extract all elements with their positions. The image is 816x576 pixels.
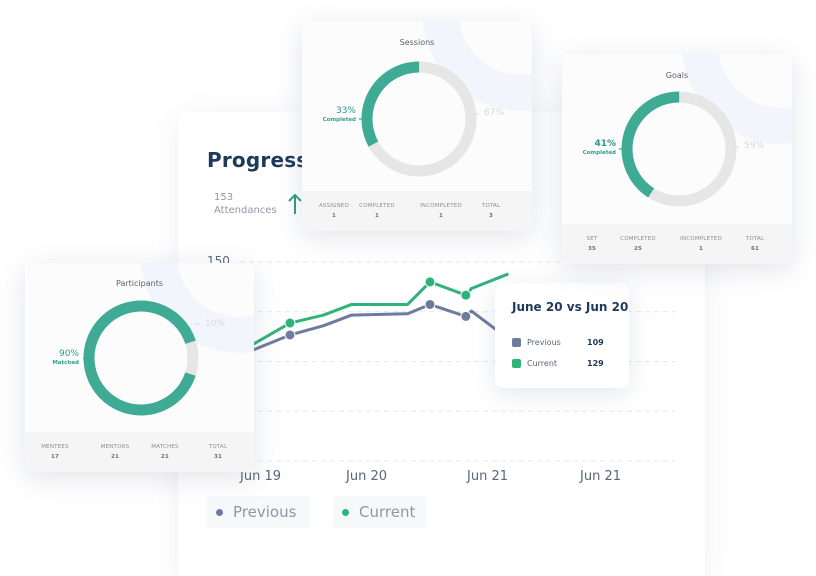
footer-value: 35 <box>587 246 597 252</box>
legend-label: Current <box>359 503 416 521</box>
footer-label: INCOMPLETED <box>680 236 722 242</box>
footer-label: ASSIGNED <box>318 203 350 209</box>
percent-value: 90% <box>58 349 79 359</box>
footer-label: COMPLETED <box>359 203 395 209</box>
attendance-summary: 153 Attendances <box>214 191 277 217</box>
footer-value: 1 <box>374 213 380 219</box>
legend-label: Previous <box>233 503 297 521</box>
goals-completed-percent: 41% Completed <box>583 139 616 156</box>
participants-matched-percent: 90% Matched <box>52 349 79 366</box>
legend-dot-icon <box>216 508 223 516</box>
footer-value: 1 <box>698 246 704 252</box>
footer-value: 21 <box>160 454 170 460</box>
footer-label: MENTORS <box>100 444 130 450</box>
legend-dot-icon <box>342 508 349 516</box>
footer-label: TOTAL <box>745 236 765 242</box>
chart-tooltip: June 20 vs Jun 20 Previous 109 Current 1… <box>495 283 629 388</box>
goals-rest-percent: 59% <box>744 141 765 151</box>
footer-label: SET <box>586 236 598 242</box>
footer-value: 25 <box>633 246 643 252</box>
footer-label: TOTAL <box>208 444 228 450</box>
footer-value: 61 <box>750 246 760 252</box>
percent-label: Completed <box>322 117 356 123</box>
tooltip-value: 109 <box>587 338 604 347</box>
sessions-footer: ASSIGNED 1 COMPLETED 1 INCOMPLETED 1 TOTAL 3 <box>302 191 532 231</box>
percent-value: 41% <box>594 139 616 149</box>
sessions-rest-percent: 67% <box>484 108 505 118</box>
footer-label: MENTEES <box>41 444 69 450</box>
x-tick-label: Jun 21 <box>580 469 621 484</box>
swatch-icon <box>512 359 521 368</box>
x-tick-label: Jun 20 <box>346 469 387 484</box>
percent-label: Completed <box>582 150 616 156</box>
swatch-icon <box>512 338 521 347</box>
x-tick-label: Jun 21 <box>467 469 508 484</box>
sessions-completed-percent: 33% Completed <box>323 106 356 123</box>
tooltip-label: Previous <box>527 338 561 347</box>
footer-label: COMPLETED <box>620 236 656 242</box>
tooltip-label: Current <box>527 359 558 368</box>
footer-value: 31 <box>213 454 223 460</box>
participants-rest-percent: 10% <box>205 319 226 329</box>
tooltip-row-previous: Previous 109 <box>512 338 612 347</box>
tooltip-row-current: Current 129 <box>512 359 612 368</box>
participants-card: Participants 90% Matched 10% MENTEES 17 M… <box>25 263 254 472</box>
goals-card: Goals 41% Completed 59% SET 35 COMPLETED 2… <box>562 54 792 264</box>
attendance-label: Attendances <box>214 205 277 216</box>
percent-value: 33% <box>335 106 356 116</box>
legend-current[interactable]: Current <box>333 496 426 528</box>
attendance-count: 153 <box>214 192 234 203</box>
footer-label: MATCHES <box>151 444 179 450</box>
participants-footer: MENTEES 17 MENTORS 21 MATCHES 21 TOTAL 31 <box>25 432 254 472</box>
footer-label: INCOMPLETED <box>420 203 462 209</box>
footer-value: 3 <box>488 213 494 219</box>
tooltip-value: 129 <box>587 359 604 368</box>
tooltip-title: June 20 vs Jun 20 <box>512 300 629 314</box>
footer-value: 17 <box>50 454 60 460</box>
percent-label: Matched <box>52 360 79 366</box>
progress-title: Progress <box>207 148 309 172</box>
footer-value: 1 <box>331 213 337 219</box>
footer-label: TOTAL <box>481 203 501 209</box>
donut-matched-arc <box>83 300 199 416</box>
legend-previous[interactable]: Previous <box>207 496 310 528</box>
sessions-card: Sessions 33% Completed 67% ASSIGNED 1 COM… <box>302 21 532 231</box>
dashboard-stage: Progress 153 Attendances 150 Jun 19 Jun … <box>0 0 816 576</box>
arrow-up-icon <box>288 193 302 214</box>
footer-value: 1 <box>438 213 444 219</box>
goals-footer: SET 35 COMPLETED 25 INCOMPLETED 1 TOTAL 61 <box>562 224 792 264</box>
footer-value: 21 <box>110 454 120 460</box>
